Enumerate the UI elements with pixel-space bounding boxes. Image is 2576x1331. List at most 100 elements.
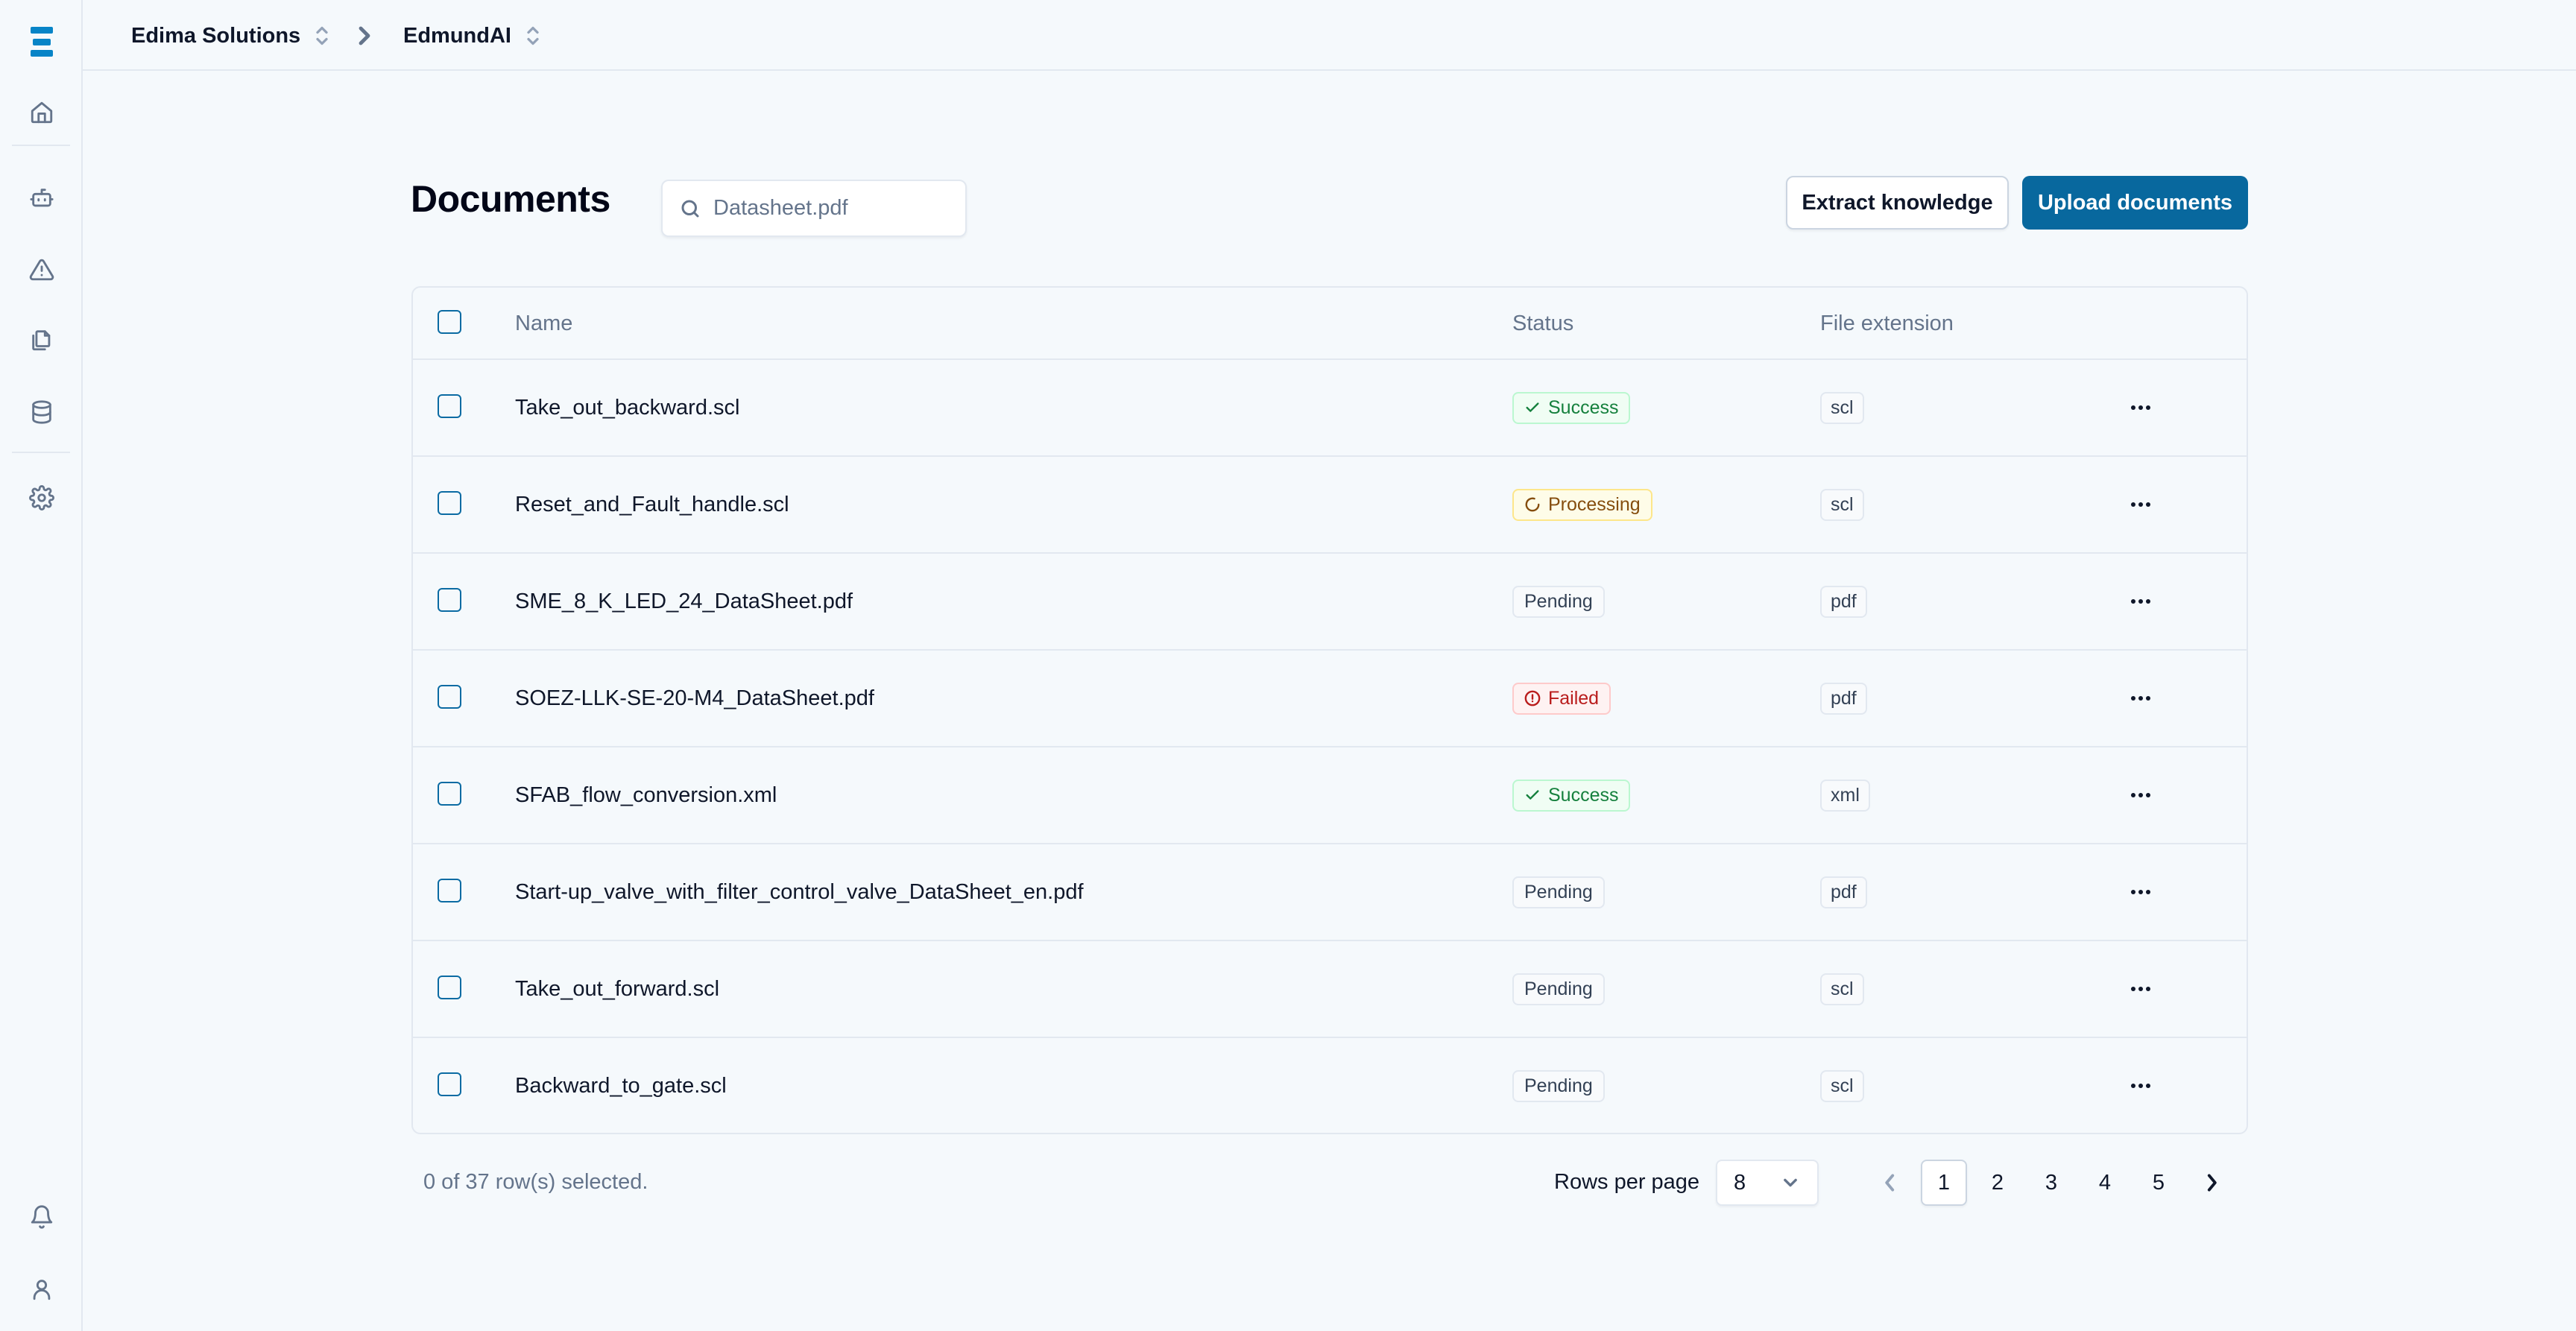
file-extension-badge: pdf bbox=[1820, 682, 1867, 715]
table-row[interactable]: SME_8_K_LED_24_DataSheet.pdf Pending pdf bbox=[413, 552, 2247, 649]
sidebar-item-notifications[interactable] bbox=[25, 1201, 58, 1233]
sidebar-item-home[interactable] bbox=[25, 96, 58, 129]
document-name[interactable]: Take_out_backward.scl bbox=[515, 360, 739, 455]
row-checkbox[interactable] bbox=[438, 491, 461, 515]
document-name[interactable]: Backward_to_gate.scl bbox=[515, 1038, 727, 1133]
check-icon bbox=[1526, 402, 1539, 412]
files-icon bbox=[32, 330, 51, 351]
rows-per-page-select[interactable]: 8 bbox=[1716, 1160, 1819, 1206]
breadcrumb-organization[interactable]: Edima Solutions bbox=[131, 21, 329, 51]
top-header: Edima Solutions EdmundAI bbox=[83, 0, 2576, 71]
row-checkbox[interactable] bbox=[438, 394, 461, 418]
previous-page-button[interactable] bbox=[1867, 1160, 1913, 1206]
page-button-4[interactable]: 4 bbox=[2082, 1160, 2128, 1206]
extension-cell: scl bbox=[1820, 941, 1864, 1037]
search-field[interactable] bbox=[661, 180, 967, 237]
select-all-checkbox[interactable] bbox=[438, 310, 461, 334]
row-actions-button[interactable] bbox=[2120, 360, 2162, 455]
document-name[interactable]: Reset_and_Fault_handle.scl bbox=[515, 457, 789, 552]
breadcrumb-organization-label: Edima Solutions bbox=[131, 23, 301, 48]
sidebar-divider bbox=[12, 145, 70, 146]
status-cell: Success bbox=[1512, 360, 1631, 455]
table-row[interactable]: SOEZ-LLK-SE-20-M4_DataSheet.pdf Failed pdf bbox=[413, 649, 2247, 746]
sidebar-item-alerts[interactable] bbox=[25, 253, 58, 286]
status-badge: Processing bbox=[1512, 488, 1652, 521]
status-badge: Failed bbox=[1512, 682, 1611, 715]
document-name[interactable]: SOEZ-LLK-SE-20-M4_DataSheet.pdf bbox=[515, 651, 874, 746]
document-name[interactable]: SFAB_flow_conversion.xml bbox=[515, 747, 777, 843]
sidebar-item-settings[interactable] bbox=[25, 481, 58, 514]
document-name[interactable]: SME_8_K_LED_24_DataSheet.pdf bbox=[515, 554, 853, 649]
row-checkbox[interactable] bbox=[438, 588, 461, 612]
loader-icon bbox=[1525, 497, 1540, 512]
table-row[interactable]: SFAB_flow_conversion.xml Success xml bbox=[413, 746, 2247, 843]
more-horizontal-icon bbox=[2131, 599, 2150, 604]
row-actions-button[interactable] bbox=[2120, 554, 2162, 649]
status-cell: Pending bbox=[1512, 844, 1605, 940]
row-checkbox[interactable] bbox=[438, 879, 461, 902]
file-extension-badge: scl bbox=[1820, 973, 1864, 1005]
file-extension-badge: scl bbox=[1820, 391, 1864, 424]
table-row[interactable]: Start-up_valve_with_filter_control_valve… bbox=[413, 843, 2247, 940]
row-actions-button[interactable] bbox=[2120, 457, 2162, 552]
home-icon bbox=[31, 101, 53, 124]
row-actions-button[interactable] bbox=[2120, 1038, 2162, 1133]
extract-knowledge-button[interactable]: Extract knowledge bbox=[1786, 176, 2009, 230]
document-name[interactable]: Start-up_valve_with_filter_control_valve… bbox=[515, 844, 1084, 940]
file-extension-badge: pdf bbox=[1820, 876, 1867, 908]
page-button-5[interactable]: 5 bbox=[2135, 1160, 2182, 1206]
page-button-3[interactable]: 3 bbox=[2028, 1160, 2074, 1206]
table-header-row: Name Status File extension bbox=[413, 288, 2247, 360]
edima-logo[interactable] bbox=[28, 25, 55, 58]
page-button-2[interactable]: 2 bbox=[1974, 1160, 2021, 1206]
row-checkbox[interactable] bbox=[438, 782, 461, 806]
column-header-name[interactable]: Name bbox=[515, 288, 572, 360]
more-horizontal-icon bbox=[2131, 793, 2150, 797]
sidebar-item-documents[interactable] bbox=[25, 323, 58, 356]
file-extension-badge: xml bbox=[1820, 779, 1870, 812]
chevron-right-icon bbox=[2207, 1174, 2217, 1192]
gear-icon bbox=[29, 485, 54, 510]
chevrons-up-down-icon bbox=[315, 25, 329, 47]
table-row[interactable]: Reset_and_Fault_handle.scl Processing scl bbox=[413, 455, 2247, 552]
extension-cell: pdf bbox=[1820, 844, 1867, 940]
column-header-status[interactable]: Status bbox=[1512, 288, 1573, 360]
row-actions-button[interactable] bbox=[2120, 844, 2162, 940]
file-extension-badge: scl bbox=[1820, 488, 1864, 521]
next-page-button[interactable] bbox=[2188, 1160, 2235, 1206]
page-title: Documents bbox=[411, 178, 610, 220]
extension-cell: pdf bbox=[1820, 651, 1867, 746]
status-badge: Pending bbox=[1512, 973, 1605, 1005]
row-checkbox[interactable] bbox=[438, 1072, 461, 1096]
row-actions-button[interactable] bbox=[2120, 941, 2162, 1037]
extension-cell: scl bbox=[1820, 360, 1864, 455]
more-horizontal-icon bbox=[2131, 987, 2150, 991]
sidebar-item-profile[interactable] bbox=[25, 1273, 58, 1306]
bell-icon bbox=[31, 1205, 53, 1229]
status-cell: Processing bbox=[1512, 457, 1652, 552]
row-actions-button[interactable] bbox=[2120, 651, 2162, 746]
page-button-1[interactable]: 1 bbox=[1921, 1160, 1967, 1206]
table-row[interactable]: Take_out_forward.scl Pending scl bbox=[413, 940, 2247, 1037]
table-row[interactable]: Take_out_backward.scl Success scl bbox=[413, 358, 2247, 455]
row-actions-button[interactable] bbox=[2120, 747, 2162, 843]
status-cell: Pending bbox=[1512, 554, 1605, 649]
document-name[interactable]: Take_out_forward.scl bbox=[515, 941, 719, 1037]
row-checkbox[interactable] bbox=[438, 976, 461, 999]
file-extension-badge: scl bbox=[1820, 1069, 1864, 1102]
extension-cell: scl bbox=[1820, 457, 1864, 552]
chevrons-up-down-icon bbox=[526, 25, 540, 47]
sidebar-item-data[interactable] bbox=[25, 396, 58, 429]
breadcrumb-project[interactable]: EdmundAI bbox=[403, 21, 540, 51]
search-input[interactable] bbox=[713, 196, 952, 221]
row-checkbox[interactable] bbox=[438, 685, 461, 709]
breadcrumb-project-label: EdmundAI bbox=[403, 23, 511, 48]
status-cell: Success bbox=[1512, 747, 1631, 843]
column-header-extension[interactable]: File extension bbox=[1820, 288, 1954, 360]
more-horizontal-icon bbox=[2131, 696, 2150, 701]
sidebar-item-assistant[interactable] bbox=[25, 182, 58, 215]
more-horizontal-icon bbox=[2131, 1084, 2150, 1088]
table-row[interactable]: Backward_to_gate.scl Pending scl bbox=[413, 1037, 2247, 1133]
status-label: Pending bbox=[1524, 881, 1593, 902]
upload-documents-button[interactable]: Upload documents bbox=[2022, 176, 2248, 230]
